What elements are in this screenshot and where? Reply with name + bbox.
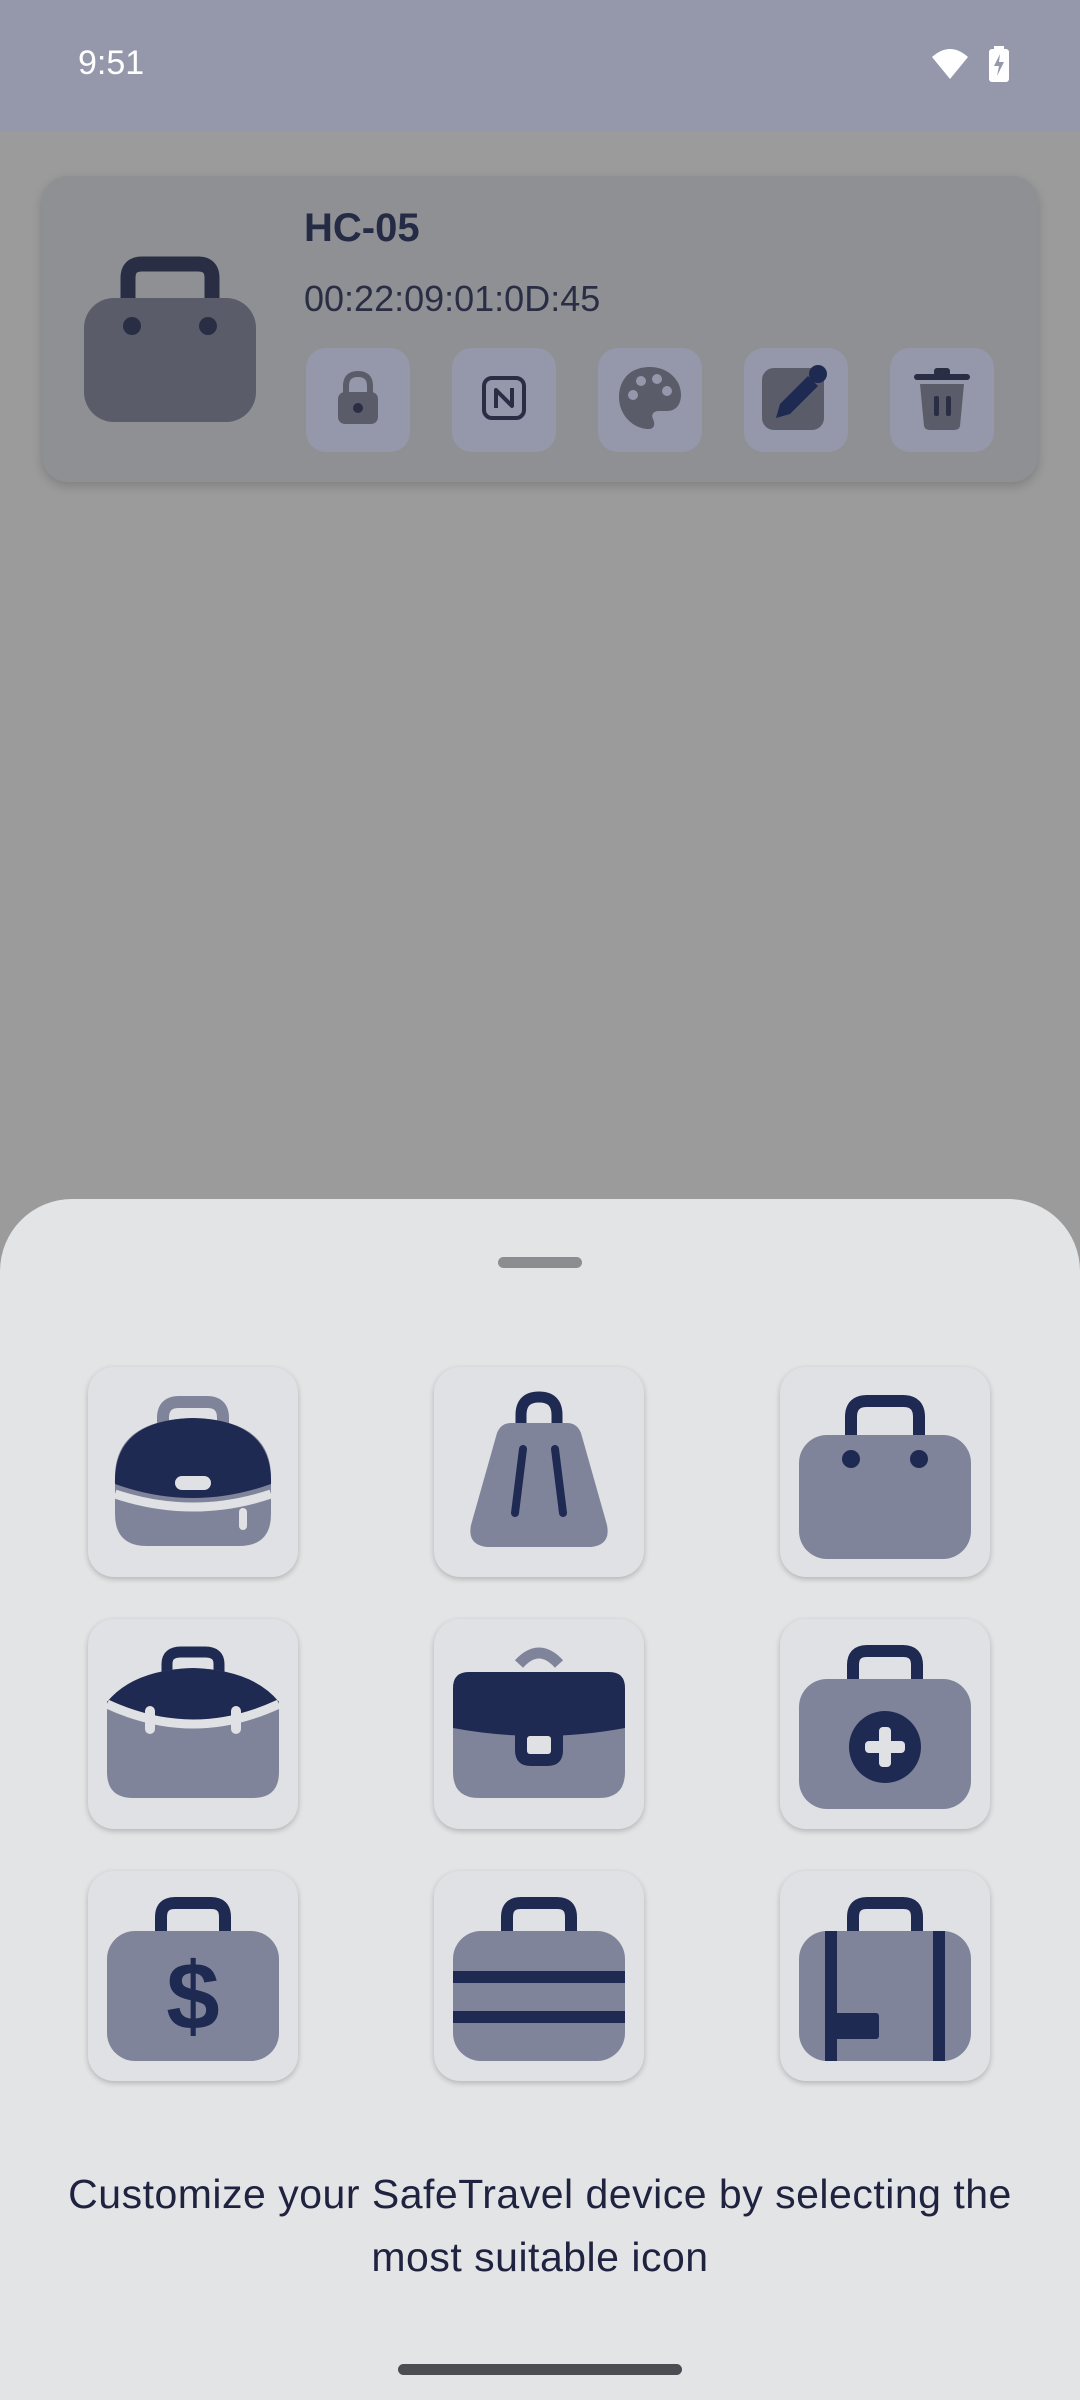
icon-option-backpack[interactable] [88,1367,298,1577]
icon-option-shopping-bag[interactable] [434,1367,644,1577]
drag-handle[interactable] [498,1257,582,1268]
nfc-icon [472,366,536,435]
icon-picker-sheet: $ Customize your SafeTravel device by se… [0,1199,1080,2400]
icon-picker-caption: Customize your SafeTravel device by sele… [0,2163,1080,2289]
toolbag-icon [103,1632,283,1817]
status-bar: 9:51 [0,0,1080,132]
icon-option-handbag[interactable] [780,1367,990,1577]
palette-icon [615,363,685,438]
edit-button[interactable] [744,348,848,452]
backpack-icon [103,1380,283,1565]
icon-option-briefcase[interactable] [434,1619,644,1829]
device-name: HC-05 [304,206,420,250]
icon-option-medical-bag[interactable] [780,1619,990,1829]
medical-bag-icon [795,1627,975,1822]
device-actions [306,348,994,452]
shopping-bag-icon [449,1375,629,1570]
lock-icon [324,364,392,437]
lock-button[interactable] [306,348,410,452]
trash-icon [910,364,974,437]
status-icons [930,46,1010,87]
money-bag-icon: $ [103,1879,283,2074]
wifi-icon [930,47,970,86]
icon-option-tagged-suitcase[interactable] [780,1871,990,2081]
tagged-suitcase-icon [795,1879,975,2074]
icon-option-striped-suitcase[interactable] [434,1871,644,2081]
icon-option-toolbag[interactable] [88,1619,298,1829]
status-time: 9:51 [78,44,145,82]
luggage-icon [80,238,260,433]
edit-icon [758,360,834,441]
device-card[interactable]: HC-05 00:22:09:01:0D:45 [42,176,1038,482]
battery-charging-icon [988,46,1010,87]
briefcase-icon [449,1632,629,1817]
palette-button[interactable] [598,348,702,452]
icon-option-money-bag[interactable]: $ [88,1871,298,2081]
caption-line-1: Customize your SafeTravel device by sele… [68,2171,1012,2217]
handbag-icon [795,1375,975,1570]
nfc-button[interactable] [452,348,556,452]
striped-suitcase-icon [449,1879,629,2074]
svg-text:$: $ [166,1943,219,2050]
delete-button[interactable] [890,348,994,452]
caption-line-2: most suitable icon [371,2234,709,2280]
gesture-nav-bar[interactable] [398,2364,682,2375]
device-mac-address: 00:22:09:01:0D:45 [304,278,601,319]
